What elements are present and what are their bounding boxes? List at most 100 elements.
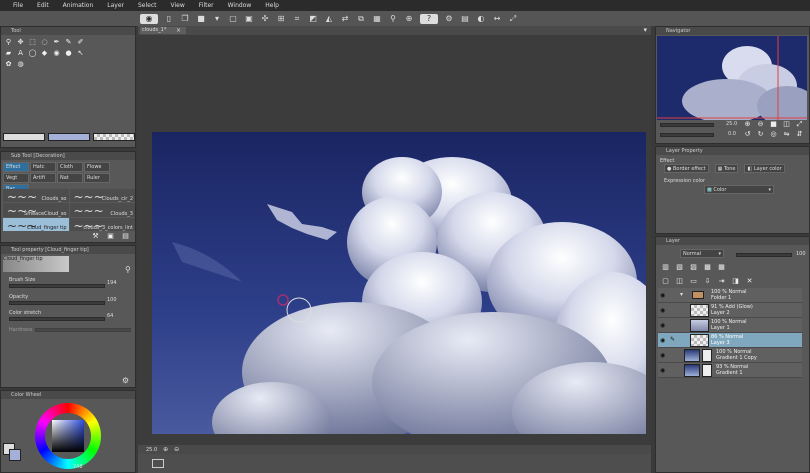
merge-icon[interactable]: ⇩ xyxy=(702,276,713,286)
sub-color-chip[interactable] xyxy=(9,449,21,461)
brush-item[interactable]: ~~~ Clouds_cir_2 xyxy=(69,189,135,204)
flip-horizontal-icon[interactable]: ⇋ xyxy=(781,129,792,139)
layer-row[interactable]: ◉ ▾ 100 % Normal Folder 1 xyxy=(658,288,802,303)
lock-icon[interactable]: ▨ xyxy=(688,262,699,272)
nav-angle-value[interactable]: 0.0 xyxy=(728,131,736,137)
sub-tool-tab-effect[interactable]: Effect xyxy=(3,162,29,172)
eyedropper-tool-icon[interactable]: ✒ xyxy=(51,37,62,47)
color-stretch-value[interactable]: 64 xyxy=(107,313,113,319)
fit-window-icon[interactable]: ⤢ xyxy=(794,119,805,129)
new-subtool-icon[interactable]: ▣ xyxy=(105,231,116,241)
zoom-out-icon[interactable]: ⊖ xyxy=(755,119,766,129)
fit-icon[interactable]: ■ xyxy=(768,119,779,129)
saturation-value-square[interactable] xyxy=(52,420,84,452)
settings-icon[interactable]: ⚙ xyxy=(444,14,454,24)
fill-icon[interactable]: ◭ xyxy=(324,14,334,24)
new-file-icon[interactable]: ▯ xyxy=(164,14,174,24)
nav-zoom-slider[interactable] xyxy=(660,123,714,127)
layer-opacity-slider[interactable] xyxy=(736,253,792,257)
eye-icon[interactable]: ◉ xyxy=(660,352,666,359)
sub-tool-tab-vegetation[interactable]: Vegt xyxy=(3,173,29,183)
navigator-tab[interactable]: Navigator xyxy=(666,28,690,34)
chevron-down-icon[interactable]: ▾ xyxy=(643,26,647,34)
timeline-icon[interactable] xyxy=(152,459,164,468)
menu-window[interactable]: Window xyxy=(221,2,259,9)
ruler-tool-icon[interactable]: ◍ xyxy=(15,59,26,69)
layer-row[interactable]: ◉ 93 % Normal Gradient 1 xyxy=(658,363,802,378)
lasso-tool-icon[interactable]: ◌ xyxy=(39,37,50,47)
tone-button[interactable]: ▦ Tone xyxy=(714,164,739,173)
pen-tool-icon[interactable]: ✎ xyxy=(63,37,74,47)
expression-color-select[interactable]: ▩ Color ▾ xyxy=(704,185,774,194)
zoom-out-icon[interactable]: ⊖ xyxy=(174,446,179,453)
blend-mode-select[interactable]: Normal ▾ xyxy=(680,249,724,258)
eye-icon[interactable]: ◉ xyxy=(660,322,666,329)
select-tool-icon[interactable]: ⬚ xyxy=(27,37,38,47)
magnifier-icon[interactable]: ⚲ xyxy=(388,14,398,24)
tool-panel-tab[interactable]: Tool xyxy=(11,28,21,34)
wrench-icon[interactable]: ⚒ xyxy=(90,231,101,241)
canvas-zoom[interactable]: 25.0 xyxy=(146,447,157,453)
brush-item-selected[interactable]: ~~~ Cloud_finger tip xyxy=(3,217,69,233)
balloon-tool-icon[interactable]: ◯ xyxy=(27,48,38,58)
brush-item[interactable]: ~~~ clouds_3_colors_lint xyxy=(69,217,135,233)
menu-file[interactable]: File xyxy=(6,2,30,9)
clip-icon[interactable]: ▥ xyxy=(660,262,671,272)
reset-icon[interactable]: ◫ xyxy=(781,119,792,129)
zoom-tool-icon[interactable]: ⚲ xyxy=(3,37,14,47)
flip-vertical-icon[interactable]: ⇵ xyxy=(794,129,805,139)
zoom-in-icon[interactable]: ⊕ xyxy=(163,446,168,453)
layer-row[interactable]: ◉ 100 % Normal Layer 1 xyxy=(658,318,802,333)
reset-rotation-icon[interactable]: ◎ xyxy=(768,129,779,139)
fill-tool-icon[interactable]: ◆ xyxy=(39,48,50,58)
chevron-down-icon[interactable]: ▾ xyxy=(680,291,683,298)
sub-tool-tab-nature[interactable]: Nat xyxy=(57,173,83,183)
menu-select[interactable]: Select xyxy=(131,2,164,9)
navigator-preview[interactable] xyxy=(657,36,807,120)
sub-tool-tab-hatching[interactable]: Hatc xyxy=(30,162,56,172)
move-icon[interactable]: ✣ xyxy=(260,14,270,24)
chevron-down-icon[interactable]: ▾ xyxy=(212,14,222,24)
zoom-icon[interactable]: ⊕ xyxy=(404,14,414,24)
eraser-icon[interactable]: ◩ xyxy=(308,14,318,24)
eye-icon[interactable]: ◉ xyxy=(660,337,666,344)
border-effect-button[interactable]: ● Border effect xyxy=(664,164,709,173)
menu-view[interactable]: View xyxy=(164,2,192,9)
rotate-right-icon[interactable]: ↻ xyxy=(755,129,766,139)
delete-subtool-icon[interactable]: ▤ xyxy=(120,231,131,241)
eye-icon[interactable]: ◉ xyxy=(660,307,666,314)
canvas-artwork[interactable] xyxy=(152,132,646,434)
blend-tool-icon[interactable]: ◉ xyxy=(51,48,62,58)
save-icon[interactable]: ■ xyxy=(196,14,206,24)
menu-edit[interactable]: Edit xyxy=(30,2,56,9)
brush-size-value[interactable]: 194 xyxy=(107,280,117,286)
color-stretch-slider[interactable] xyxy=(9,317,105,321)
settings-icon[interactable]: ⚙ xyxy=(122,376,129,385)
text-tool-icon[interactable]: A xyxy=(15,48,26,58)
brush-size-slider[interactable] xyxy=(9,284,105,288)
decoration-tool-icon[interactable]: ✿ xyxy=(3,59,14,69)
sub-color-swatch[interactable] xyxy=(48,133,90,141)
brush-item[interactable]: ~~~ Clouds_so xyxy=(3,189,69,204)
mask-add-icon[interactable]: ◨ xyxy=(730,276,741,286)
water-tool-icon[interactable]: ● xyxy=(63,48,74,58)
sub-tool-tab-cloth[interactable]: Cloth xyxy=(57,162,83,172)
layers-icon[interactable]: ▤ xyxy=(460,14,470,24)
zoom-in-icon[interactable]: ⊕ xyxy=(742,119,753,129)
sub-tool-tab-ruler[interactable]: Ruler xyxy=(84,173,110,183)
object-tool-icon[interactable]: ↖ xyxy=(75,48,86,58)
eye-icon[interactable]: ◉ xyxy=(660,367,666,374)
layer-color-button[interactable]: ◧ Layer color xyxy=(744,164,785,173)
crop-icon[interactable]: ⌗ xyxy=(292,14,302,24)
opacity-slider[interactable] xyxy=(9,301,105,305)
delete-layer-icon[interactable]: ✕ xyxy=(744,276,755,286)
main-color-swatch[interactable] xyxy=(3,133,45,141)
opacity-value[interactable]: 100 xyxy=(107,297,117,303)
info-icon[interactable]: ? xyxy=(420,13,438,24)
eye-icon[interactable]: ◉ xyxy=(660,292,666,299)
layer-row[interactable]: ◉ 100 % Normal Gradient 1 Copy xyxy=(658,348,802,363)
hardness-slider[interactable] xyxy=(35,328,131,332)
reference-icon[interactable]: ▧ xyxy=(674,262,685,272)
sub-tool-tab-flower[interactable]: Flowe xyxy=(84,162,110,172)
brush-tool-icon[interactable]: ✐ xyxy=(75,37,86,47)
